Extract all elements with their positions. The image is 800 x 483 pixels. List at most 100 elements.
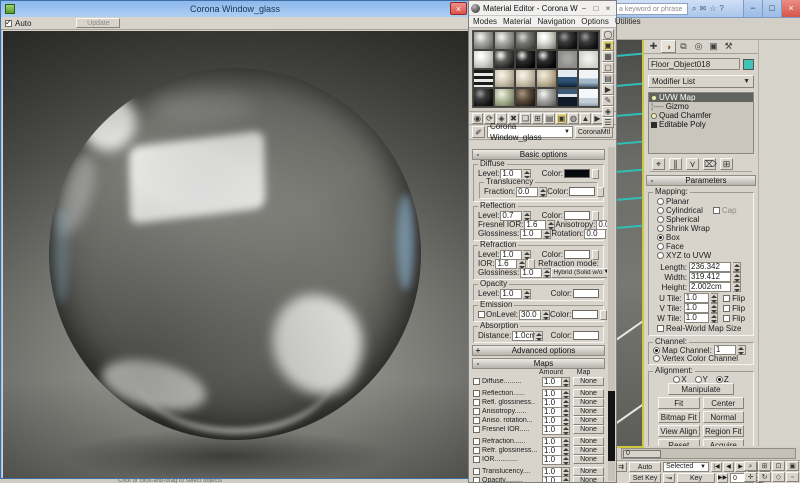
map-amount-spinner[interactable] xyxy=(562,476,570,483)
emission-level-spinner[interactable] xyxy=(542,310,550,320)
radio[interactable] xyxy=(657,216,664,223)
map-none-button[interactable]: None xyxy=(573,455,604,464)
length-field[interactable]: 236.342 xyxy=(689,262,731,272)
map-amount-field[interactable]: 1.0 xyxy=(542,476,562,483)
maximize-button[interactable]: □ xyxy=(762,0,781,17)
map-enable-checkbox[interactable] xyxy=(473,468,480,475)
material-swatch[interactable] xyxy=(515,88,536,107)
map-enable-checkbox[interactable] xyxy=(473,438,480,445)
material-swatch[interactable] xyxy=(494,50,515,69)
material-name-dropdown[interactable]: Corona Window_glass ▼ xyxy=(487,126,573,138)
center-button[interactable]: Center xyxy=(703,397,745,409)
radio[interactable] xyxy=(657,234,664,241)
menu-material[interactable]: Material xyxy=(503,17,531,26)
configure-modifier-sets-icon[interactable]: ⊞ xyxy=(720,158,733,170)
map-enable-checkbox[interactable] xyxy=(473,408,480,415)
modify-tab[interactable]: ◑ xyxy=(661,40,676,53)
pick-material-icon[interactable]: ✐ xyxy=(472,126,485,138)
orbit-icon[interactable]: ↻ xyxy=(758,472,771,482)
manipulate-button[interactable]: Manipulate xyxy=(668,383,734,395)
key-filters-button[interactable]: Key Filters... xyxy=(677,473,715,483)
modifier-stack-item[interactable]: Quad Chamfer xyxy=(649,111,753,120)
menu-navigation[interactable]: Navigation xyxy=(537,17,575,26)
opacity-level-spinner[interactable] xyxy=(523,289,531,299)
material-swatch[interactable] xyxy=(578,69,599,88)
material-swatch[interactable] xyxy=(557,88,578,107)
motion-tab[interactable]: ◎ xyxy=(691,40,706,53)
map-amount-spinner[interactable] xyxy=(562,455,570,465)
material-swatch[interactable] xyxy=(515,31,536,50)
radio[interactable] xyxy=(716,376,723,383)
map-amount-spinner[interactable] xyxy=(562,377,570,387)
map-none-button[interactable]: None xyxy=(573,476,604,482)
emission-on-checkbox[interactable] xyxy=(478,311,485,318)
map-amount-spinner[interactable] xyxy=(562,425,570,435)
vertex-color-channel-radio[interactable] xyxy=(653,355,660,362)
radio[interactable] xyxy=(657,207,664,214)
zoom-region-icon[interactable]: ▫ xyxy=(786,472,799,482)
map-none-button[interactable]: None xyxy=(573,446,604,455)
width-field[interactable]: 319.412 xyxy=(689,272,731,282)
modifier-stack-item[interactable]: UVW Map xyxy=(649,93,753,102)
opacity-level-field[interactable]: 1.0 xyxy=(500,289,522,299)
fit-button[interactable]: Fit xyxy=(658,397,700,409)
search-input[interactable]: a keyword or phrase xyxy=(616,3,688,15)
material-swatch[interactable] xyxy=(473,31,494,50)
diffuse-color-map-button[interactable] xyxy=(592,169,599,179)
map-none-button[interactable]: None xyxy=(573,416,604,425)
map-enable-checkbox[interactable] xyxy=(473,456,480,463)
absorption-color-swatch[interactable] xyxy=(573,331,599,340)
map-enable-checkbox[interactable] xyxy=(473,378,480,385)
remove-modifier-icon[interactable]: ⌦ xyxy=(703,158,716,170)
v-tile-flip-checkbox[interactable] xyxy=(723,305,730,312)
map-enable-checkbox[interactable] xyxy=(473,477,480,482)
display-tab[interactable]: ▣ xyxy=(706,40,721,53)
radio[interactable] xyxy=(673,376,680,383)
mapping-option-spherical[interactable]: Spherical xyxy=(651,215,751,224)
map-amount-field[interactable]: 1.0 xyxy=(542,455,562,465)
maximize-viewport-icon[interactable]: ▣ xyxy=(786,461,799,471)
bulb-icon[interactable] xyxy=(651,113,657,119)
modifier-stack-item[interactable]: Editable Poly xyxy=(649,120,753,129)
modifier-stack[interactable]: UVW Map¦----GizmoQuad ChamferEditable Po… xyxy=(648,92,754,154)
timeline[interactable]: 0 xyxy=(613,446,800,461)
pin-stack-icon[interactable]: ⌖ xyxy=(652,158,665,170)
translucency-color-swatch[interactable] xyxy=(569,187,595,196)
previous-frame-icon[interactable]: ◀ xyxy=(723,462,734,472)
diffuse-color-swatch[interactable] xyxy=(564,169,590,178)
mapping-option-shrink-wrap[interactable]: Shrink Wrap xyxy=(651,224,751,233)
material-swatch[interactable] xyxy=(494,69,515,88)
material-swatch[interactable] xyxy=(578,50,599,69)
map-none-button[interactable]: None xyxy=(573,425,604,434)
u-tile-spinner[interactable] xyxy=(711,293,718,303)
auto-key-button[interactable]: Auto Key xyxy=(629,462,661,472)
select-by-material-icon[interactable]: ◈ xyxy=(602,106,614,117)
go-to-parent-icon[interactable]: ▲ xyxy=(580,113,591,124)
refraction-color-swatch[interactable] xyxy=(564,250,590,259)
material-swatch[interactable] xyxy=(557,69,578,88)
mapping-option-planar[interactable]: Planar xyxy=(651,197,751,206)
map-enable-checkbox[interactable] xyxy=(473,426,480,433)
scrollbar[interactable] xyxy=(608,147,615,481)
viewport[interactable] xyxy=(613,40,644,448)
zoom-extents-icon[interactable]: ⊡ xyxy=(772,461,785,471)
bulb-icon[interactable] xyxy=(651,95,657,101)
material-swatch[interactable] xyxy=(494,31,515,50)
communication-center-icon[interactable]: ✉ xyxy=(699,3,706,15)
show-end-result-stack-icon[interactable]: ∥ xyxy=(669,158,682,170)
material-swatch[interactable] xyxy=(515,69,536,88)
map-none-button[interactable]: None xyxy=(573,467,604,476)
time-slider-track[interactable]: 0 xyxy=(621,448,796,459)
radio[interactable] xyxy=(657,243,664,250)
hierarchy-tab[interactable]: ⧉ xyxy=(676,40,691,53)
sample-type-icon[interactable]: ◯ xyxy=(602,29,614,40)
parameters-rollout-header[interactable]: - Parameters xyxy=(646,175,756,186)
material-swatch[interactable] xyxy=(536,31,557,50)
map-enable-checkbox[interactable] xyxy=(473,447,480,454)
w-tile-field[interactable]: 1.0 xyxy=(684,313,709,323)
translucency-fraction-spinner[interactable] xyxy=(539,187,547,197)
make-unique-stack-icon[interactable]: ⋎ xyxy=(686,158,699,170)
map-channel-spinner[interactable] xyxy=(738,345,746,355)
update-button[interactable]: Update xyxy=(76,18,120,28)
modifier-list-dropdown[interactable]: Modifier List ▼ xyxy=(648,75,754,88)
